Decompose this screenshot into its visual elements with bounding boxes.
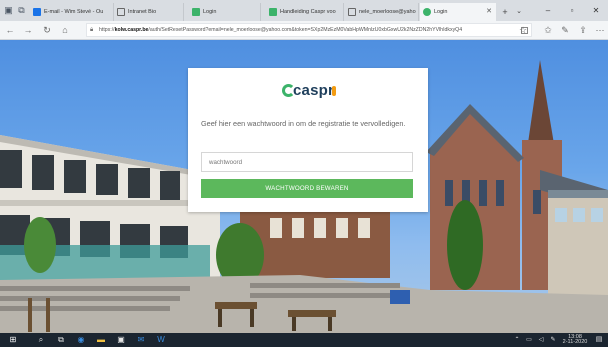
more-icon[interactable]: ⋯ bbox=[593, 23, 607, 37]
favorite-star-icon[interactable]: ☆ bbox=[516, 23, 530, 37]
tab-handleiding[interactable]: Handleiding Caspr voo bbox=[266, 3, 344, 21]
refresh-icon[interactable]: ↻ bbox=[40, 23, 54, 37]
new-tab-icon[interactable]: + bbox=[498, 3, 512, 21]
tab-label: Handleiding Caspr voo bbox=[280, 9, 336, 15]
windows-taskbar: ⊞ ⌕ ⧉ ◉ ▬ ▣ ✉ W ⌃ ▭ ◁ ✎ 13:08 2-11-2020 … bbox=[0, 333, 608, 347]
browser-tab-strip: ▣ ⧉ E-mail - Wim Stevé - Ou Intranet Bio… bbox=[0, 0, 608, 21]
clock-date: 2-11-2020 bbox=[562, 339, 588, 345]
registration-message: Geef hier een wachtwoord in om de regist… bbox=[201, 119, 406, 128]
home-icon[interactable]: ⌂ bbox=[58, 23, 72, 37]
page-icon bbox=[117, 7, 125, 16]
volume-icon[interactable]: ◁ bbox=[536, 335, 546, 345]
maximize-icon[interactable]: ▫ bbox=[560, 2, 584, 19]
search-icon[interactable]: ⌕ bbox=[36, 335, 46, 345]
address-bar[interactable]: 🔒︎ https://kolw.caspr.be/auth/SetResetPas… bbox=[86, 23, 532, 37]
pen-icon[interactable]: ✎ bbox=[558, 23, 572, 37]
close-tab-icon[interactable]: ✕ bbox=[486, 3, 492, 21]
caspr-favicon-icon bbox=[423, 7, 431, 16]
word-icon[interactable]: W bbox=[156, 335, 166, 345]
back-icon[interactable]: ← bbox=[3, 23, 17, 37]
url-prefix: https:// bbox=[99, 27, 115, 33]
share-icon[interactable]: ⇪ bbox=[576, 23, 590, 37]
password-input[interactable] bbox=[201, 152, 413, 172]
close-window-icon[interactable]: ✕ bbox=[584, 2, 608, 19]
tab-label: Login bbox=[434, 9, 448, 15]
store-icon[interactable]: ▣ bbox=[116, 335, 126, 345]
tab-dropdown-icon[interactable]: ⌄ bbox=[512, 3, 526, 21]
tab-login-1[interactable]: Login bbox=[189, 3, 261, 21]
page-viewport: caspr Geef hier een wachtwoord in om de … bbox=[0, 40, 608, 333]
mail-app-icon[interactable]: ✉ bbox=[136, 335, 146, 345]
tab-list-icon[interactable]: ⧉ bbox=[16, 5, 27, 15]
tab-label: E-mail - Wim Stevé - Ou bbox=[44, 9, 104, 15]
caspr-logo: caspr bbox=[282, 81, 336, 101]
tab-intranet[interactable]: Intranet Bio bbox=[114, 3, 184, 21]
password-setup-card: caspr Geef hier een wachtwoord in om de … bbox=[188, 68, 428, 212]
forward-icon[interactable]: → bbox=[21, 23, 35, 37]
minimize-icon[interactable]: – bbox=[536, 2, 560, 19]
save-password-button[interactable]: WACHTWOORD BEWAREN bbox=[201, 179, 413, 198]
tab-label: Intranet Bio bbox=[128, 9, 157, 15]
edge-browser-icon[interactable]: ◉ bbox=[76, 335, 86, 345]
lock-icon: 🔒︎ bbox=[90, 27, 94, 33]
caspr-logo-dot-icon bbox=[332, 86, 336, 96]
page-icon bbox=[348, 7, 356, 16]
mail-icon bbox=[33, 7, 41, 16]
file-explorer-icon[interactable]: ▬ bbox=[96, 335, 106, 345]
network-icon[interactable]: ▭ bbox=[524, 335, 534, 345]
tab-yahoo[interactable]: nele_moerloose@yaho bbox=[345, 3, 419, 21]
url-host: kolw.caspr.be bbox=[114, 27, 149, 33]
notifications-icon[interactable]: ▤ bbox=[594, 335, 604, 345]
caspr-favicon-icon bbox=[269, 7, 277, 16]
pen-workspace-icon[interactable]: ✎ bbox=[548, 335, 558, 345]
tab-label: Login bbox=[203, 9, 217, 15]
logo-text: caspr bbox=[293, 82, 335, 99]
tab-login-active[interactable]: Login ✕ bbox=[420, 3, 496, 21]
favorites-list-icon[interactable]: ✩ bbox=[541, 23, 555, 37]
browser-toolbar: ← → ↻ ⌂ 🔒︎ https://kolw.caspr.be/auth/Set… bbox=[0, 21, 608, 40]
tab-actions-icon[interactable]: ▣ bbox=[3, 5, 14, 15]
task-view-icon[interactable]: ⧉ bbox=[56, 335, 66, 345]
url-path: /auth/SetResetPassword?email=nele_moerlo… bbox=[148, 27, 463, 33]
tab-label: nele_moerloose@yaho bbox=[359, 9, 416, 15]
caspr-favicon-icon bbox=[192, 7, 200, 16]
windows-start-icon[interactable]: ⊞ bbox=[8, 335, 18, 345]
tray-chevron-icon[interactable]: ⌃ bbox=[512, 335, 522, 345]
tab-email[interactable]: E-mail - Wim Stevé - Ou bbox=[30, 3, 114, 21]
clock[interactable]: 13:08 2-11-2020 bbox=[562, 334, 588, 345]
